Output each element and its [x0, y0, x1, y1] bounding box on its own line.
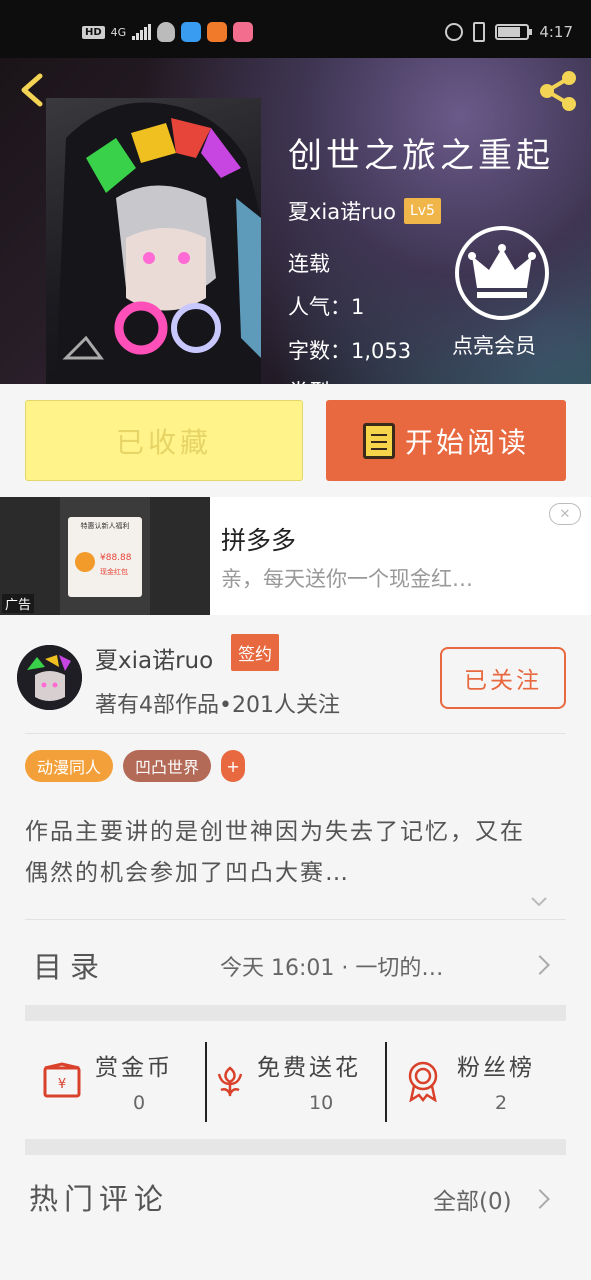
qq-icon — [157, 22, 176, 42]
flower-icon — [217, 1066, 243, 1097]
ad-check-icon — [75, 552, 95, 572]
serial-status: 连载 — [288, 252, 330, 276]
app-store-icon — [207, 22, 228, 42]
ad-card-amount: ¥88.88 — [100, 553, 132, 563]
hd-badge: HD — [82, 25, 105, 39]
fan-ranking-value: 2 — [495, 1092, 508, 1114]
book-cover[interactable] — [46, 98, 261, 384]
hot-comments-header: 热门评论 全部(0) — [25, 1170, 566, 1230]
ad-card-title: 特惠认新人福利 — [80, 522, 130, 530]
start-reading-label: 开始阅读 — [404, 425, 529, 459]
tag-aotu-world[interactable]: 凹凸世界 — [123, 750, 212, 782]
network-type: 4G — [110, 25, 127, 39]
ad-label: 广告 — [2, 594, 35, 613]
chevron-down-icon[interactable] — [530, 893, 548, 911]
book-header: 创世之旅之重起 夏xia诺ruo Lv5 连载 人气：1 字数：1,053 类型… — [0, 58, 591, 384]
latest-chapter: 今天 16:01 · 一切的… — [220, 956, 444, 981]
book-icon — [362, 422, 395, 459]
reward-coin-stat[interactable]: ¥ 赏金币 0 — [25, 1022, 205, 1132]
battery-icon — [495, 24, 533, 40]
divider — [25, 919, 566, 920]
catalog-row[interactable]: 目录 今天 16:01 · 一切的… — [25, 930, 566, 1000]
alarm-icon — [445, 23, 464, 41]
chevron-right-icon[interactable] — [530, 1189, 550, 1209]
word-count: 字数：1,053 — [288, 339, 412, 363]
ad-title[interactable]: 拼多多 — [221, 521, 296, 557]
ad-card-sub: 现金红包 — [100, 568, 128, 576]
reward-coin-icon: ¥ — [43, 1062, 81, 1098]
section-separator — [25, 1139, 566, 1155]
clock: 4:17 — [539, 23, 573, 41]
header-author-name[interactable]: 夏xia诺ruo — [288, 196, 396, 226]
author-name[interactable]: 夏xia诺ruo — [95, 641, 213, 675]
catalog-title: 目录 — [33, 950, 108, 984]
vibrate-icon — [473, 22, 486, 42]
vip-crown-icon[interactable] — [455, 226, 549, 320]
book-title: 创世之旅之重起 — [288, 136, 554, 176]
app-cat-icon — [233, 22, 254, 42]
level-badge: Lv5 — [403, 198, 441, 224]
header-author-row[interactable]: 夏xia诺ruo Lv5 — [288, 196, 441, 226]
status-right: 4:17 — [445, 22, 573, 42]
divider — [25, 733, 566, 734]
svg-text:¥: ¥ — [58, 1077, 66, 1092]
ad-image[interactable]: 特惠认新人福利 ¥88.88 现金红包 广告 — [0, 497, 210, 615]
ad-description[interactable]: 亲，每天送你一个现金红… — [221, 563, 473, 593]
section-separator — [25, 1005, 566, 1021]
all-comments-link[interactable]: 全部(0) — [433, 1182, 512, 1216]
signal-icon — [132, 24, 152, 40]
reward-coin-value: 0 — [133, 1092, 146, 1114]
vip-label[interactable]: 点亮会员 — [452, 330, 536, 360]
cover-illustration — [56, 102, 261, 384]
reward-coin-label: 赏金币 — [95, 1055, 173, 1081]
author-section: 夏xia诺ruo 签约 著有4部作品•201人关注 已关注 — [0, 625, 591, 735]
medal-icon — [408, 1061, 438, 1102]
tag-anime[interactable]: 动漫同人 — [25, 750, 114, 782]
ad-banner[interactable]: 特惠认新人福利 ¥88.88 现金红包 广告 拼多多 亲，每天送你一个现金红… … — [0, 497, 591, 615]
add-tag-button[interactable]: + — [221, 750, 246, 782]
flower-label: 免费送花 — [257, 1055, 361, 1081]
fan-ranking-stat[interactable]: 粉丝榜 2 — [387, 1022, 566, 1132]
avatar[interactable] — [17, 645, 82, 710]
category-line: 类型： — [288, 376, 351, 384]
status-bar: HD 4G 4:17 — [0, 0, 591, 58]
flower-value: 10 — [309, 1092, 334, 1114]
share-icon[interactable] — [535, 68, 581, 114]
popularity: 人气：1 — [288, 295, 365, 319]
follow-button[interactable]: 已关注 — [440, 647, 566, 709]
flower-stat[interactable]: 免费送花 10 — [207, 1022, 385, 1132]
chevron-right-icon — [530, 955, 550, 975]
stats-row: ¥ 赏金币 0 免费送花 10 粉丝榜 2 — [25, 1022, 566, 1132]
collected-button[interactable]: 已收藏 — [25, 400, 303, 481]
status-left: HD 4G — [82, 22, 254, 42]
action-bar: 已收藏 开始阅读 — [0, 384, 591, 497]
start-reading-button[interactable]: 开始阅读 — [326, 400, 566, 481]
author-stats: 著有4部作品•201人关注 — [95, 693, 340, 718]
signed-badge: 签约 — [231, 634, 279, 671]
hot-comments-title: 热门评论 — [29, 1182, 170, 1216]
ad-close-icon[interactable]: ✕ — [549, 503, 581, 525]
tag-list: 动漫同人 凹凸世界 + — [25, 750, 246, 782]
book-description[interactable]: 作品主要讲的是创世神因为失去了记忆，又在偶然的机会参加了凹凸大赛… — [25, 812, 545, 894]
fan-ranking-label: 粉丝榜 — [457, 1055, 535, 1081]
app-browser-icon — [181, 22, 202, 42]
